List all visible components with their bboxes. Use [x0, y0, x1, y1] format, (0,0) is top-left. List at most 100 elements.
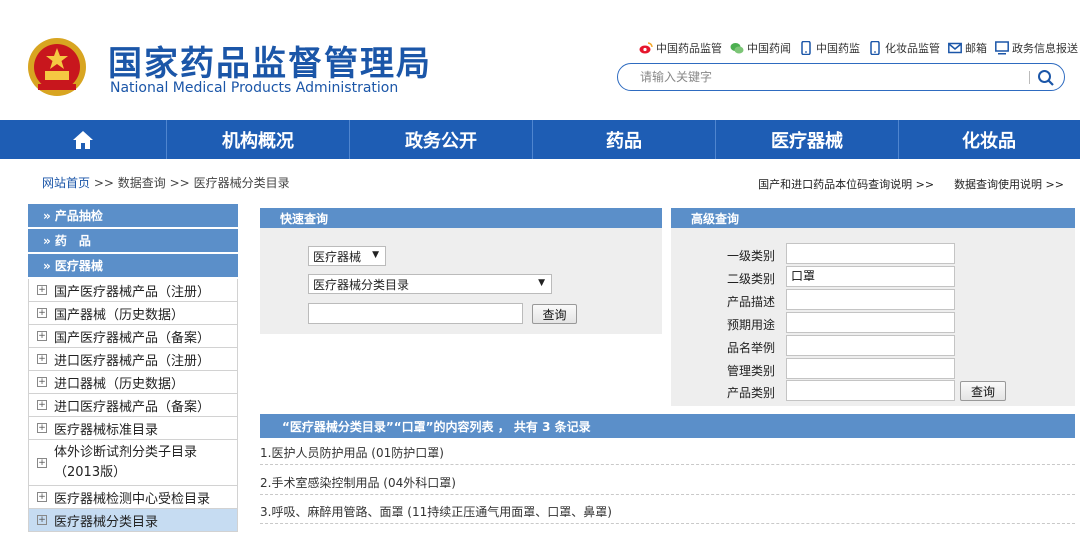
nav-item-cosmetics[interactable]: 化妆品: [899, 120, 1079, 159]
result-row[interactable]: 1.医护人员防护用品 (01防护口罩): [260, 441, 1075, 465]
advanced-query-button[interactable]: 查询: [960, 381, 1006, 401]
sidebar-item-label: 进口医疗器械产品（备案）: [54, 399, 211, 415]
toplink-label: 中国药品监管: [656, 42, 722, 55]
mail-icon: [948, 42, 962, 54]
nav-item-devices[interactable]: 医疗器械: [716, 120, 899, 159]
adv-row-use: 预期用途: [671, 312, 1075, 334]
toplink-mobile-2[interactable]: 化妆品监管: [868, 40, 940, 56]
breadcrumb-data-query[interactable]: 数据查询: [118, 176, 166, 190]
adv-row-product-class: 产品类别: [671, 380, 1075, 402]
site-title-cn: 国家药品监督管理局: [108, 44, 432, 84]
adv-label: 一级类别: [726, 249, 775, 263]
toplink-weibo[interactable]: 中国药品监管: [639, 40, 722, 56]
toplink-report[interactable]: 政务信息报送: [995, 40, 1078, 56]
result-link[interactable]: 3.呼吸、麻醉用管路、面罩 (11持续正压通气用面罩、口罩、鼻罩): [260, 503, 612, 520]
adv-input-mgmt[interactable]: [786, 358, 955, 379]
sidebar-item-label: 医疗器械标准目录: [54, 422, 159, 438]
toplink-label: 中国药监: [816, 42, 860, 55]
home-icon: [73, 130, 93, 149]
sidebar-item[interactable]: + 进口医疗器械产品（备案）: [28, 394, 238, 417]
expand-icon: +: [37, 400, 47, 410]
query-help-link[interactable]: 数据查询使用说明 >>: [954, 176, 1064, 192]
nav-item-drugs[interactable]: 药品: [533, 120, 716, 159]
monitor-icon: [995, 41, 1009, 55]
breadcrumb-home[interactable]: 网站首页: [42, 176, 90, 190]
adv-input-description[interactable]: [786, 289, 955, 310]
drug-code-help-link[interactable]: 国产和进口药品本位码查询说明 >>: [758, 176, 934, 192]
adv-label: 管理类别: [726, 364, 775, 378]
site-header: 国家药品监督管理局 National Medical Products Admi…: [0, 0, 1080, 118]
breadcrumb-sep: >>: [93, 176, 114, 190]
expand-icon: +: [37, 354, 47, 364]
toplink-label: 中国药闻: [747, 42, 791, 55]
nav-item-about[interactable]: 机构概况: [167, 120, 350, 159]
result-link[interactable]: 1.医护人员防护用品 (01防护口罩): [260, 444, 444, 461]
sidebar-item-label: 体外诊断试剂分类子目录（2013版）: [54, 444, 198, 480]
catalog-select[interactable]: 医疗器械分类目录 ▼: [308, 274, 552, 294]
mobile-icon: [870, 41, 880, 55]
adv-input-level2[interactable]: 口罩: [786, 266, 955, 287]
adv-input-product-class[interactable]: [786, 380, 955, 401]
toplink-label: 政务信息报送: [1012, 42, 1078, 55]
result-row[interactable]: 3.呼吸、麻醉用管路、面罩 (11持续正压通气用面罩、口罩、鼻罩): [260, 500, 1075, 524]
sidebar-item-label: 进口医疗器械产品（注册）: [54, 353, 211, 369]
sidebar-item[interactable]: + 国产医疗器械产品（注册）: [28, 279, 238, 302]
adv-label: 品名举例: [726, 341, 775, 355]
category-select[interactable]: 医疗器械 ▼: [308, 246, 386, 266]
search-icon[interactable]: [1037, 69, 1055, 87]
sidebar-item[interactable]: + 国产器械（历史数据）: [28, 302, 238, 325]
results-header: “医疗器械分类目录”“口罩”的内容列表 ， 共有 3 条记录: [260, 414, 1075, 438]
quick-search-title: 快速查询: [260, 208, 662, 228]
quick-keyword-input[interactable]: [308, 303, 523, 324]
toplink-wechat[interactable]: 中国药闻: [730, 40, 791, 56]
expand-icon: +: [37, 308, 47, 318]
main-nav: 机构概况 政务公开 药品 医疗器械 化妆品: [0, 120, 1080, 159]
sidebar-item[interactable]: + 体外诊断试剂分类子目录（2013版）: [28, 440, 238, 486]
adv-input-examples[interactable]: [786, 335, 955, 356]
expand-icon: +: [37, 377, 47, 387]
toplink-mail[interactable]: 邮箱: [948, 40, 987, 56]
sidebar-head-sampling[interactable]: » 产品抽检: [28, 204, 238, 227]
wechat-icon: [730, 43, 744, 54]
expand-icon: +: [37, 423, 47, 433]
advanced-search-title: 高级查询: [671, 208, 1075, 228]
result-link[interactable]: 2.手术室感染控制用品 (04外科口罩): [260, 474, 456, 491]
adv-row-description: 产品描述: [671, 289, 1075, 311]
sidebar-item[interactable]: + 国产医疗器械产品（备案）: [28, 325, 238, 348]
search-input[interactable]: [640, 68, 1020, 86]
sidebar-head-drugs[interactable]: » 药 品: [28, 229, 238, 252]
sidebar-item-label: 国产器械（历史数据）: [54, 307, 185, 323]
sidebar-head-devices[interactable]: » 医疗器械: [28, 254, 238, 277]
sidebar-item[interactable]: + 医疗器械检测中心受检目录: [28, 486, 238, 509]
adv-label: 产品描述: [726, 295, 775, 309]
expand-icon: +: [37, 492, 47, 502]
adv-input-level1[interactable]: [786, 243, 955, 264]
result-row[interactable]: 2.手术室感染控制用品 (04外科口罩): [260, 471, 1075, 495]
sidebar-item[interactable]: + 医疗器械标准目录: [28, 417, 238, 440]
nav-home[interactable]: [0, 120, 167, 159]
nav-item-government[interactable]: 政务公开: [350, 120, 533, 159]
help-links: 国产和进口药品本位码查询说明 >> 数据查询使用说明 >>: [758, 176, 1064, 192]
national-emblem-icon: [28, 38, 86, 96]
adv-row-level2: 二级类别 口罩: [671, 266, 1075, 288]
toplink-label: 邮箱: [965, 42, 987, 55]
adv-label: 产品类别: [726, 386, 775, 400]
chevron-down-icon: ▼: [372, 250, 379, 260]
sidebar-item-active[interactable]: + 医疗器械分类目录: [28, 509, 238, 532]
expand-icon: +: [37, 515, 47, 525]
quick-query-button[interactable]: 查询: [532, 304, 577, 324]
adv-label: 二级类别: [726, 272, 775, 286]
adv-row-level1: 一级类别: [671, 243, 1075, 265]
sidebar-item-label: 进口器械（历史数据）: [54, 376, 185, 392]
sidebar: » 产品抽检 » 药 品 » 医疗器械 + 国产医疗器械产品（注册） + 国产器械（…: [28, 204, 238, 532]
search-divider: [1029, 71, 1030, 84]
sidebar-item[interactable]: + 进口医疗器械产品（注册）: [28, 348, 238, 371]
adv-row-examples: 品名举例: [671, 335, 1075, 357]
breadcrumb-current: 医疗器械分类目录: [193, 176, 290, 190]
toplink-mobile-1[interactable]: 中国药监: [799, 40, 860, 56]
adv-input-use[interactable]: [786, 312, 955, 333]
adv-row-mgmt: 管理类别: [671, 358, 1075, 380]
expand-icon: +: [37, 457, 47, 468]
sidebar-item[interactable]: + 进口器械（历史数据）: [28, 371, 238, 394]
sidebar-item-label: 国产医疗器械产品（备案）: [54, 330, 211, 346]
